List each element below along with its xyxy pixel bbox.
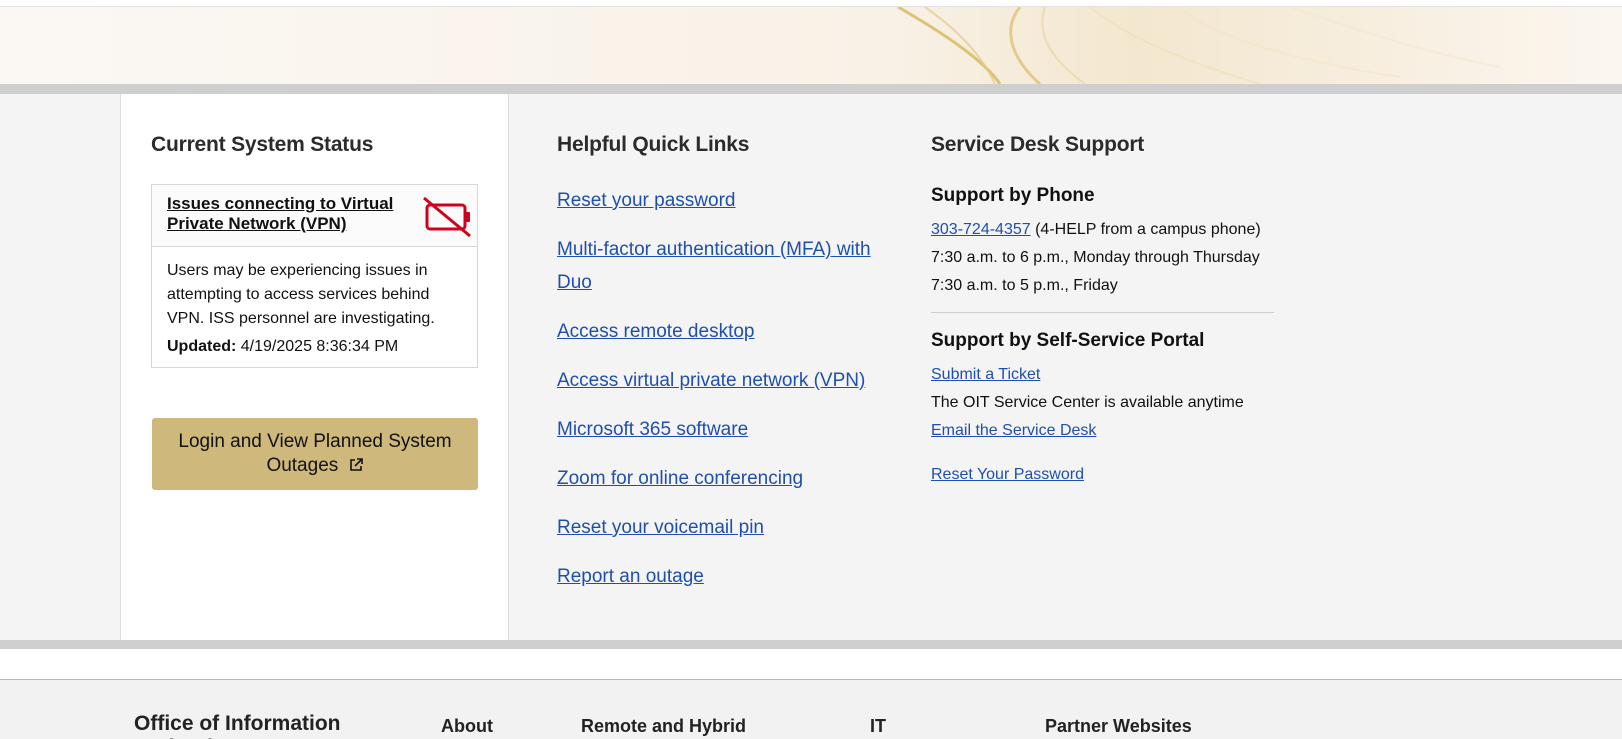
reset-password-line: Reset Your Password: [931, 461, 1274, 489]
decorative-swirl: [897, 7, 1501, 84]
footer-title: Office of Information Technology: [134, 712, 341, 739]
service-availability: The OIT Service Center is available anyt…: [931, 394, 1244, 411]
external-link-icon: [348, 456, 364, 480]
footer-partner-websites[interactable]: Partner Websites: [1045, 716, 1192, 737]
incident-description: Users may be experiencing issues in atte…: [167, 262, 435, 327]
band-divider-bottom: [0, 640, 1622, 649]
quick-link-reset-password[interactable]: Reset your password: [557, 184, 897, 217]
email-line: Email the Service Desk: [931, 417, 1274, 445]
service-desk-panel: Support by Phone 303-724-4357 (4-HELP fr…: [931, 184, 1274, 489]
quick-link-report-outage[interactable]: Report an outage: [557, 560, 897, 593]
submit-ticket-link[interactable]: Submit a Ticket: [931, 366, 1040, 383]
site-footer: Office of Information Technology About R…: [0, 679, 1622, 739]
status-heading: Current System Status: [151, 133, 374, 156]
quick-link-microsoft-365[interactable]: Microsoft 365 software: [557, 413, 897, 446]
reset-password-link[interactable]: Reset Your Password: [931, 466, 1084, 483]
phone-number-link[interactable]: 303-724-4357: [931, 221, 1031, 238]
status-card-body: Users may be experiencing issues in atte…: [152, 247, 477, 359]
email-service-desk-link[interactable]: Email the Service Desk: [931, 422, 1096, 439]
hours-friday: 7:30 a.m. to 5 p.m., Friday: [931, 277, 1118, 294]
status-card-header: Issues connecting to Virtual Private Net…: [152, 185, 477, 247]
updated-label: Updated:: [167, 338, 237, 355]
footer-remote-hybrid[interactable]: Remote and Hybrid: [581, 716, 746, 737]
service-divider: [931, 312, 1274, 313]
quick-link-zoom[interactable]: Zoom for online conferencing: [557, 462, 897, 495]
phone-line: 303-724-4357 (4-HELP from a campus phone…: [931, 216, 1274, 244]
status-card: Issues connecting to Virtual Private Net…: [151, 184, 478, 368]
footer-it[interactable]: IT: [870, 716, 886, 737]
hero-banner: [0, 7, 1622, 84]
incident-updated: Updated: 4/19/2025 8:36:34 PM: [167, 335, 462, 359]
quick-link-voicemail-pin[interactable]: Reset your voicemail pin: [557, 511, 897, 544]
quick-links-heading: Helpful Quick Links: [557, 133, 750, 156]
phone-note: (4-HELP from a campus phone): [1035, 221, 1261, 238]
quick-link-remote-desktop[interactable]: Access remote desktop: [557, 315, 897, 348]
band-divider-top: [0, 84, 1622, 94]
quick-links-list: Reset your password Multi-factor authent…: [557, 184, 897, 609]
phone-support-heading: Support by Phone: [931, 185, 1095, 206]
updated-value: 4/19/2025 8:36:34 PM: [240, 338, 399, 355]
hours-weekdays: 7:30 a.m. to 6 p.m., Monday through Thur…: [931, 249, 1260, 266]
planned-outages-button[interactable]: Login and View Planned System Outages: [152, 418, 478, 490]
submit-ticket-line: Submit a Ticket: [931, 361, 1274, 389]
quick-link-vpn[interactable]: Access virtual private network (VPN): [557, 364, 897, 397]
quick-link-mfa[interactable]: Multi-factor authentication (MFA) with D…: [557, 233, 897, 299]
footer-about[interactable]: About: [441, 716, 493, 737]
incident-title-link[interactable]: Issues connecting to Virtual Private Net…: [167, 194, 417, 234]
portal-support-heading: Support by Self-Service Portal: [931, 330, 1205, 351]
service-desk-heading: Service Desk Support: [931, 133, 1145, 156]
no-connection-icon: [421, 195, 473, 244]
planned-outages-label: Login and View Planned System Outages: [178, 431, 452, 476]
